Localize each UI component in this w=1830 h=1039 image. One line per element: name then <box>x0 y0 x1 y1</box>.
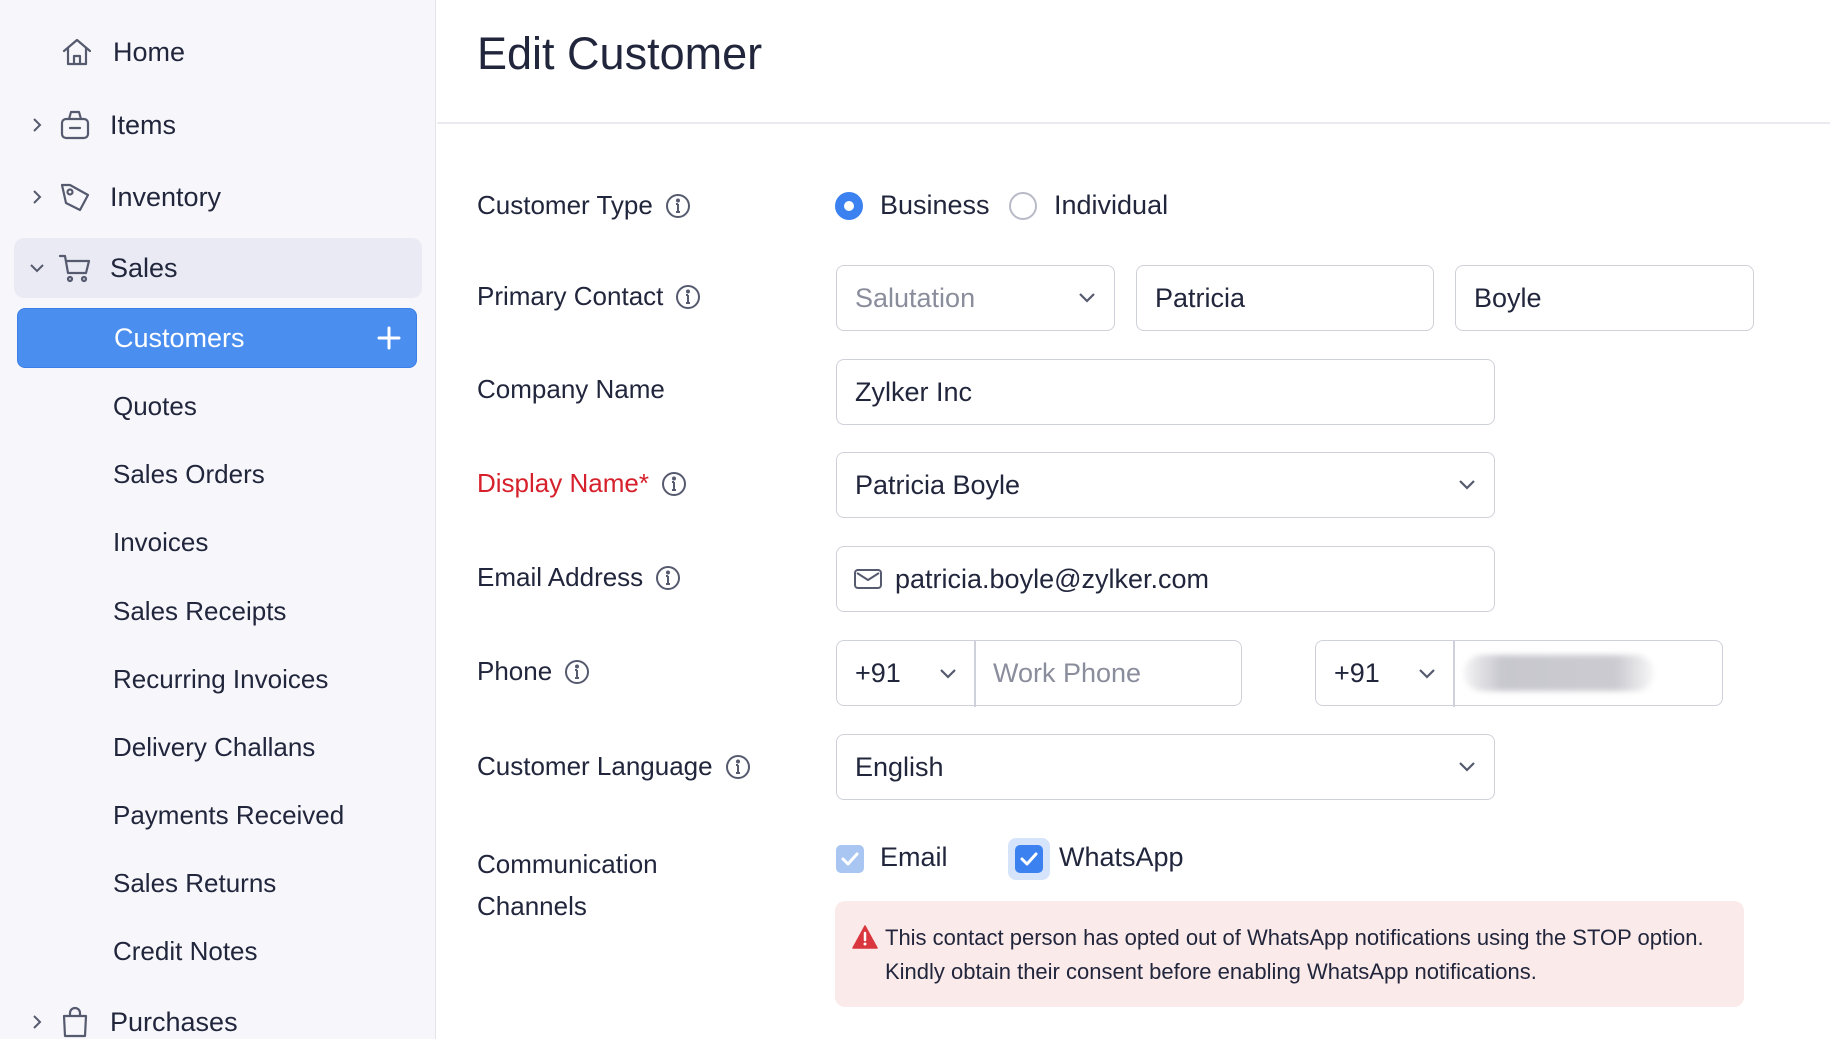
email-address-label: Email Address <box>477 562 681 593</box>
redacted-phone-number <box>1464 655 1654 691</box>
warning-icon <box>852 925 878 949</box>
customer-type-label-text: Customer Type <box>477 190 653 220</box>
display-name-label: Display Name* <box>477 468 687 499</box>
page-title: Edit Customer <box>477 28 763 79</box>
sidebar-item-sales-receipts[interactable]: Sales Receipts <box>113 591 286 631</box>
chevron-right-icon[interactable] <box>28 1013 46 1031</box>
chevron-down-icon[interactable] <box>1416 663 1438 685</box>
customer-language-label-text: Customer Language <box>477 751 713 781</box>
sidebar-item-purchases[interactable]: Purchases <box>0 992 436 1039</box>
chevron-down-icon[interactable] <box>28 259 46 277</box>
salutation-placeholder: Salutation <box>855 282 976 313</box>
sidebar: Home Items Inventory Sales Customers Quo… <box>0 0 436 1039</box>
sidebar-item-sales[interactable]: Sales <box>0 238 436 298</box>
company-name-value: Zylker Inc <box>855 376 973 407</box>
first-name-input[interactable]: Patricia <box>1136 265 1434 331</box>
shopping-bag-icon <box>58 1005 92 1039</box>
alert-message: This contact person has opted out of Wha… <box>885 925 1704 984</box>
sidebar-item-quotes[interactable]: Quotes <box>113 386 197 426</box>
sidebar-item-label: Sales <box>110 252 178 283</box>
display-name-label-text: Display Name* <box>477 468 649 498</box>
email-channel-label[interactable]: Email <box>880 842 948 873</box>
sidebar-item-customers[interactable]: Customers <box>17 308 417 368</box>
info-icon[interactable] <box>665 193 691 219</box>
sidebar-item-label: Home <box>113 36 186 67</box>
customer-type-business-label[interactable]: Business <box>880 190 990 221</box>
sidebar-item-inventory[interactable]: Inventory <box>0 167 436 227</box>
mobile-phone-country-code[interactable]: +91 <box>1316 658 1380 689</box>
info-icon[interactable] <box>564 659 590 685</box>
mobile-phone-input[interactable] <box>1454 641 1722 705</box>
sidebar-item-invoices[interactable]: Invoices <box>113 522 208 562</box>
communication-channels-label-line1: Communication <box>477 849 658 879</box>
customer-language-select[interactable]: English <box>836 734 1495 800</box>
sidebar-item-sales-orders[interactable]: Sales Orders <box>113 454 265 494</box>
sidebar-item-label: Customers <box>114 322 245 353</box>
chevron-down-icon <box>1456 756 1478 778</box>
mail-icon <box>853 567 883 591</box>
chevron-down-icon <box>1076 287 1098 309</box>
company-name-label-text: Company Name <box>477 374 665 404</box>
communication-channels-label: Communication Channels <box>477 843 658 927</box>
cart-icon <box>58 251 92 285</box>
info-icon[interactable] <box>661 471 687 497</box>
display-name-select[interactable]: Patricia Boyle <box>836 452 1495 518</box>
whatsapp-channel-checkbox[interactable] <box>1015 845 1043 873</box>
company-name-label: Company Name <box>477 374 665 405</box>
chevron-down-icon <box>1456 474 1478 496</box>
customer-type-individual-radio[interactable] <box>1009 192 1037 220</box>
display-name-value: Patricia Boyle <box>855 469 1021 500</box>
mobile-phone-group: +91 <box>1315 639 1723 707</box>
customer-language-label: Customer Language <box>477 751 751 782</box>
customer-type-label: Customer Type <box>477 190 691 221</box>
chevron-right-icon[interactable] <box>28 188 46 206</box>
email-channel-checkbox[interactable] <box>836 845 864 873</box>
sidebar-item-label: Items <box>110 109 177 140</box>
chevron-right-icon[interactable] <box>28 116 46 134</box>
sidebar-item-credit-notes[interactable]: Credit Notes <box>113 931 258 971</box>
company-name-input[interactable]: Zylker Inc <box>836 359 1495 425</box>
phone-label: Phone <box>477 656 590 687</box>
sidebar-item-payments-received[interactable]: Payments Received <box>113 795 344 835</box>
primary-contact-label: Primary Contact <box>477 281 701 312</box>
sidebar-item-sales-returns[interactable]: Sales Returns <box>113 863 276 903</box>
customer-type-individual-label[interactable]: Individual <box>1054 190 1168 221</box>
salutation-select[interactable]: Salutation <box>836 265 1115 331</box>
sidebar-item-delivery-challans[interactable]: Delivery Challans <box>113 727 315 767</box>
last-name-value: Boyle <box>1474 282 1542 313</box>
main-content: Edit Customer Customer Type Business Ind… <box>437 0 1830 1039</box>
email-address-label-text: Email Address <box>477 562 644 592</box>
work-phone-group: +91 Work Phone <box>836 639 1242 707</box>
home-icon <box>60 35 94 69</box>
phone-label-text: Phone <box>477 656 553 686</box>
basket-icon <box>58 108 92 142</box>
sidebar-item-home[interactable]: Home <box>0 22 436 82</box>
whatsapp-optout-alert: This contact person has opted out of Wha… <box>835 901 1744 1007</box>
title-divider <box>437 122 1830 124</box>
work-phone-country-code[interactable]: +91 <box>837 658 901 689</box>
sidebar-item-recurring-invoices[interactable]: Recurring Invoices <box>113 659 328 699</box>
info-icon[interactable] <box>675 284 701 310</box>
customer-type-business-radio[interactable] <box>835 192 863 220</box>
info-icon[interactable] <box>725 754 751 780</box>
tag-icon <box>58 180 92 214</box>
sidebar-item-label: Purchases <box>110 1006 238 1037</box>
add-customer-icon[interactable] <box>376 325 402 351</box>
customer-language-value: English <box>855 751 944 782</box>
primary-contact-label-text: Primary Contact <box>477 281 664 311</box>
chevron-down-icon[interactable] <box>937 663 959 685</box>
communication-channels-label-line2: Channels <box>477 891 587 921</box>
sidebar-item-label: Inventory <box>110 181 222 212</box>
work-phone-input[interactable]: Work Phone <box>993 658 1141 689</box>
phone-divider <box>974 639 976 707</box>
email-value: patricia.boyle@zylker.com <box>895 563 1210 594</box>
sidebar-item-items[interactable]: Items <box>0 95 436 155</box>
whatsapp-channel-label[interactable]: WhatsApp <box>1059 842 1184 873</box>
last-name-input[interactable]: Boyle <box>1455 265 1754 331</box>
email-input[interactable]: patricia.boyle@zylker.com <box>836 546 1495 612</box>
info-icon[interactable] <box>655 565 681 591</box>
first-name-value: Patricia <box>1155 282 1246 313</box>
